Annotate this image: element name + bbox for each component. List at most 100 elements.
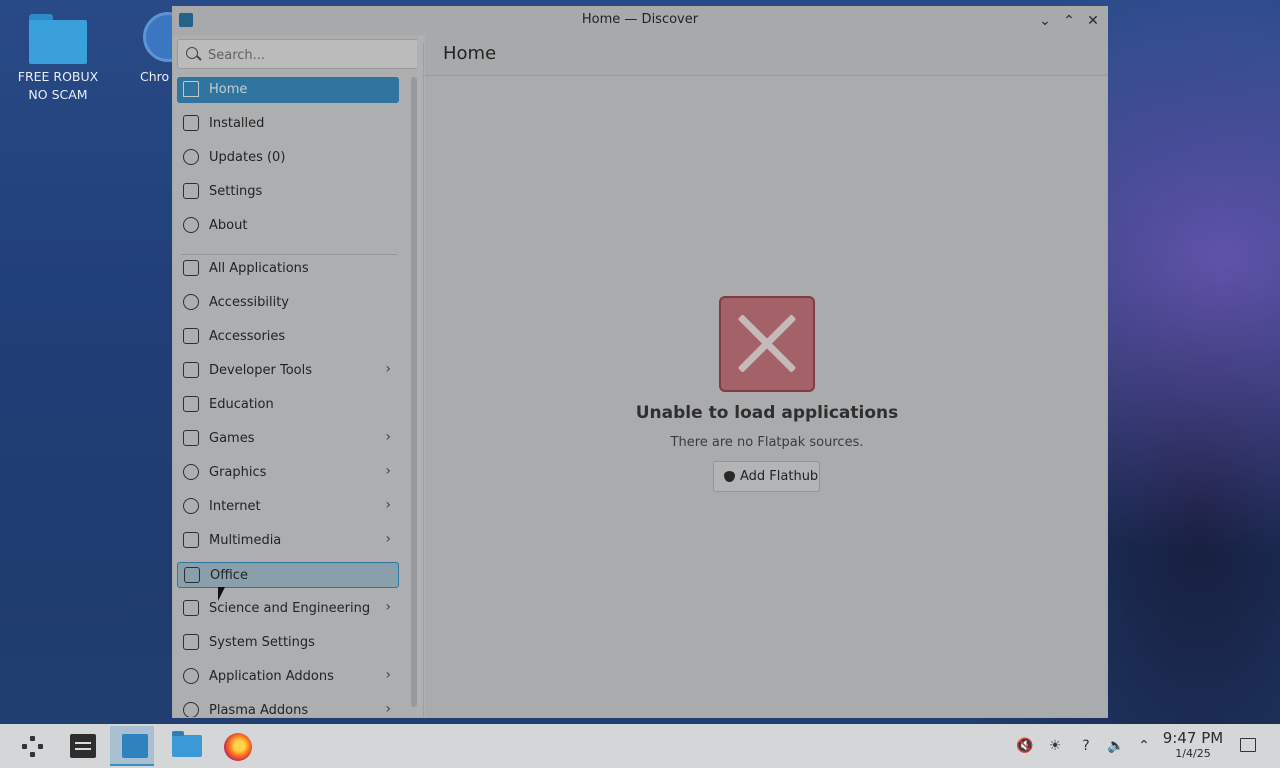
addons-icon [183, 668, 199, 684]
sidebar-item-label: About [209, 218, 248, 233]
sidebar-item-label: Updates (0) [209, 150, 286, 165]
desktop-icon-folder[interactable]: FREE ROBUX NO SCAM [8, 10, 108, 104]
volume-muted-icon[interactable]: 🔇 [1016, 738, 1033, 754]
pane-separator [423, 43, 424, 717]
sidebar-item-all-applications[interactable]: All Applications [177, 256, 399, 282]
accessibility-icon [183, 294, 199, 310]
show-desktop-icon[interactable] [1240, 738, 1256, 752]
chevron-right-icon: › [385, 599, 391, 615]
add-flathub-label: Add Flathub [740, 469, 819, 484]
shield-icon [724, 471, 735, 482]
taskbar-system-monitor[interactable] [58, 726, 102, 766]
monitor-icon [183, 532, 199, 548]
brightness-icon[interactable]: ☀ [1047, 738, 1063, 754]
clock-time: 9:47 PM [1162, 729, 1224, 747]
chevron-right-icon: › [385, 361, 391, 377]
sidebar-item-label: Home [209, 82, 248, 97]
sidebar-item-settings[interactable]: Settings [177, 179, 399, 205]
sidebar-item-updates[interactable]: Updates (0) [177, 145, 399, 171]
main-content: Unable to load applications There are no… [425, 76, 1107, 717]
plasma-icon [183, 702, 199, 717]
search-icon [186, 47, 198, 59]
search-input[interactable] [206, 45, 410, 65]
taskbar-firefox[interactable] [214, 726, 258, 766]
sidebar-item-label: Education [209, 397, 274, 412]
sidebar-item-label: Developer Tools [209, 363, 313, 378]
sidebar-item-multimedia[interactable]: Multimedia › [177, 528, 399, 554]
settings-icon [183, 634, 199, 650]
sidebar-item-label: Games [209, 431, 255, 446]
close-button[interactable]: ✕ [1083, 11, 1103, 31]
add-flathub-button[interactable]: Add Flathub [713, 461, 820, 492]
sidebar-item-installed[interactable]: Installed [177, 111, 399, 137]
launcher-icon [22, 736, 44, 758]
sidebar-item-label: Settings [209, 184, 263, 199]
sidebar-item-label: Graphics [209, 465, 267, 480]
sidebar-item-about[interactable]: About [177, 213, 399, 239]
sidebar-item-label: Plasma Addons [209, 703, 309, 717]
sidebar-item-system-settings[interactable]: System Settings [177, 630, 399, 656]
toolbox-icon [183, 328, 199, 344]
sidebar-item-science-engineering[interactable]: Science and Engineering › [177, 596, 399, 622]
sidebar-item-internet[interactable]: Internet › [177, 494, 399, 520]
installed-icon [183, 115, 199, 131]
page-header: Home [425, 35, 1107, 76]
desktop-icon-label: FREE ROBUX NO SCAM [17, 69, 99, 102]
speaker-icon[interactable]: 🔈 [1107, 738, 1124, 754]
sidebar-item-accessories[interactable]: Accessories [177, 324, 399, 350]
sidebar-item-plasma-addons[interactable]: Plasma Addons › [177, 698, 399, 717]
chevron-right-icon: › [385, 429, 391, 445]
title-bar[interactable]: Home — Discover ⌄ ⌃ ✕ [173, 7, 1107, 35]
taskbar-discover[interactable] [110, 726, 154, 766]
sidebar-item-games[interactable]: Games › [177, 426, 399, 452]
office-icon [184, 567, 200, 583]
sidebar-item-education[interactable]: Education [177, 392, 399, 418]
sidebar-item-home[interactable]: Home [177, 77, 399, 103]
sidebar-item-office[interactable]: Office [177, 562, 399, 588]
sidebar-item-label: Office [210, 568, 248, 583]
taskbar-file-manager[interactable] [162, 726, 206, 766]
minimize-button[interactable]: ⌄ [1035, 11, 1055, 31]
digital-clock[interactable]: 9:47 PM 1/4/25 [1160, 729, 1226, 760]
application-launcher-button[interactable] [10, 726, 54, 766]
sidebar-divider [181, 254, 397, 255]
discover-window: Home — Discover ⌄ ⌃ ✕ Home Installed Upd… [172, 6, 1108, 718]
help-icon[interactable]: ? [1078, 738, 1094, 754]
window-title: Home — Discover [581, 12, 699, 27]
sidebar-item-developer-tools[interactable]: Developer Tools › [177, 358, 399, 384]
sidebar-item-label: Multimedia [209, 533, 282, 548]
sidebar-item-label: Accessibility [209, 295, 289, 310]
gamepad-icon [183, 430, 199, 446]
taskbar: 🔇 ☀ ? 🔈 ⌃ 9:47 PM 1/4/25 [0, 724, 1280, 768]
sidebar-item-label: Application Addons [209, 669, 334, 684]
chevron-up-icon[interactable]: ⌃ [1136, 738, 1152, 754]
error-subtitle: There are no Flatpak sources. [670, 435, 864, 450]
folder-icon [172, 731, 202, 757]
updates-icon [183, 149, 199, 165]
globe-icon [183, 498, 199, 514]
search-box[interactable] [177, 39, 417, 69]
chevron-right-icon: › [385, 531, 391, 547]
chevron-right-icon: › [385, 497, 391, 513]
sidebar-item-label: All Applications [209, 261, 309, 276]
chevron-right-icon: › [385, 701, 391, 717]
sidebar-item-label: System Settings [209, 635, 315, 650]
sidebar: Home Installed Updates (0) Settings Abou… [173, 35, 417, 717]
sidebar-item-label: Internet [209, 499, 261, 514]
grid-icon [183, 260, 199, 276]
error-icon [719, 296, 815, 392]
maximize-button[interactable]: ⌃ [1059, 11, 1079, 31]
sidebar-item-application-addons[interactable]: Application Addons › [177, 664, 399, 690]
clock-date: 1/4/25 [1175, 747, 1211, 760]
home-icon [183, 81, 199, 97]
firefox-icon [224, 733, 252, 761]
system-monitor-icon [70, 734, 96, 758]
sidebar-item-accessibility[interactable]: Accessibility [177, 290, 399, 316]
settings-icon [183, 183, 199, 199]
chevron-right-icon: › [385, 463, 391, 479]
discover-icon [122, 734, 148, 758]
education-icon [183, 396, 199, 412]
sidebar-scrollbar[interactable] [411, 77, 417, 707]
sidebar-item-graphics[interactable]: Graphics › [177, 460, 399, 486]
flask-icon [183, 600, 199, 616]
